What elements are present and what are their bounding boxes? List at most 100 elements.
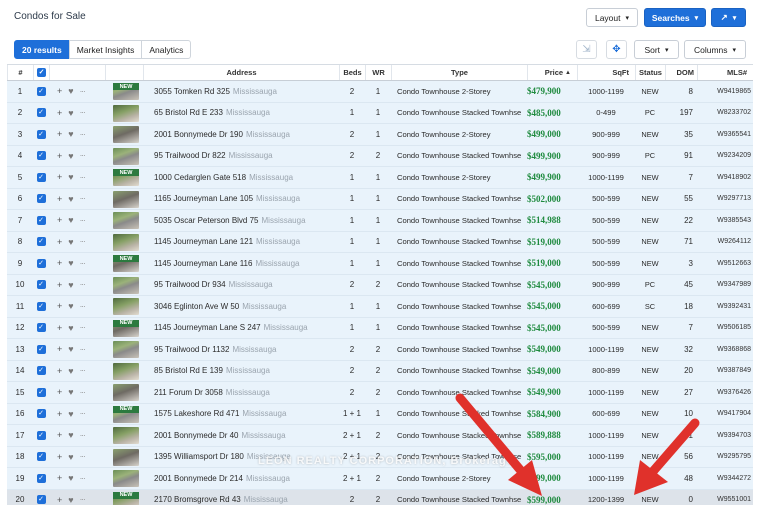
add-icon[interactable]: + — [57, 301, 62, 311]
more-dots-icon[interactable]: ··· — [80, 409, 86, 418]
listing-photo[interactable] — [105, 339, 143, 360]
address-cell[interactable]: 5035 Oscar Peterson Blvd 75 Mississauga — [143, 210, 339, 231]
header-beds[interactable]: Beds — [339, 65, 365, 80]
table-row[interactable]: 8 ✓ + ♥ ··· 1145 Journeyman Lane 121 Mississau… — [7, 231, 753, 253]
address-cell[interactable]: 95 Trailwood Dr 934 Mississauga — [143, 275, 339, 296]
mls-cell[interactable]: W9387849 — [697, 361, 753, 382]
more-dots-icon[interactable]: ··· — [80, 173, 86, 182]
heart-icon[interactable]: ♥ — [68, 258, 73, 268]
header-address[interactable]: Address — [143, 65, 339, 80]
table-row[interactable]: 1 ✓ + ♥ ··· NEW 3055 Tomken Rd 325 Mississauga 2… — [7, 81, 753, 103]
table-row[interactable]: 19 ✓ + ♥ ··· 2001 Bonnymede Dr 214 Mississauga… — [7, 468, 753, 490]
table-row[interactable]: 20 ✓ + ♥ ··· NEW 2170 Bromsgrove Rd 43 Mississa… — [7, 489, 753, 505]
mls-cell[interactable]: W9385543 — [697, 210, 753, 231]
listing-photo[interactable] — [105, 189, 143, 210]
more-dots-icon[interactable]: ··· — [80, 366, 86, 375]
heart-icon[interactable]: ♥ — [68, 387, 73, 397]
listing-photo[interactable] — [105, 468, 143, 489]
add-icon[interactable]: + — [57, 237, 62, 247]
listing-photo[interactable] — [105, 232, 143, 253]
table-row[interactable]: 18 ✓ + ♥ ··· 1395 Williamsport Dr 180 Mississa… — [7, 446, 753, 468]
address-cell[interactable]: 1145 Journeyman Lane S 247 Mississauga — [143, 318, 339, 339]
table-row[interactable]: 12 ✓ + ♥ ··· NEW 1145 Journeyman Lane S 247 Mis… — [7, 317, 753, 339]
mls-cell[interactable]: W9264112 — [697, 232, 753, 253]
more-dots-icon[interactable]: ··· — [80, 302, 86, 311]
table-row[interactable]: 5 ✓ + ♥ ··· NEW 1000 Cedarglen Gate 518 Mississ… — [7, 167, 753, 189]
table-row[interactable]: 14 ✓ + ♥ ··· 85 Bristol Rd E 139 Mississauga 2 2… — [7, 360, 753, 382]
listing-photo[interactable] — [105, 146, 143, 167]
mls-cell[interactable]: W9419865 — [697, 81, 753, 102]
add-icon[interactable]: + — [57, 409, 62, 419]
header-dom[interactable]: DOM — [665, 65, 697, 80]
add-icon[interactable]: + — [57, 452, 62, 462]
heart-icon[interactable]: ♥ — [68, 301, 73, 311]
address-cell[interactable]: 1575 Lakeshore Rd 471 Mississauga — [143, 404, 339, 425]
address-cell[interactable]: 1000 Cedarglen Gate 518 Mississauga — [143, 167, 339, 188]
mls-cell[interactable]: W9365541 — [697, 124, 753, 145]
more-dots-icon[interactable]: ··· — [80, 237, 86, 246]
listing-photo[interactable] — [105, 425, 143, 446]
listing-photo[interactable] — [105, 103, 143, 124]
row-checkbox[interactable]: ✓ — [33, 275, 49, 296]
address-cell[interactable]: 85 Bristol Rd E 139 Mississauga — [143, 361, 339, 382]
more-dots-icon[interactable]: ··· — [80, 345, 86, 354]
add-icon[interactable]: + — [57, 495, 62, 505]
address-cell[interactable]: 2001 Bonnymede Dr 40 Mississauga — [143, 425, 339, 446]
row-checkbox[interactable]: ✓ — [33, 468, 49, 489]
mls-cell[interactable]: W9418902 — [697, 167, 753, 188]
listing-photo[interactable] — [105, 275, 143, 296]
layout-button[interactable]: Layout ▾ — [586, 8, 638, 27]
more-dots-icon[interactable]: ··· — [80, 431, 86, 440]
table-row[interactable]: 10 ✓ + ♥ ··· 95 Trailwood Dr 934 Mississauga 2 2… — [7, 274, 753, 296]
mls-cell[interactable]: W9376426 — [697, 382, 753, 403]
heart-icon[interactable]: ♥ — [68, 430, 73, 440]
row-checkbox[interactable]: ✓ — [33, 146, 49, 167]
add-icon[interactable]: + — [57, 151, 62, 161]
more-dots-icon[interactable]: ··· — [80, 108, 86, 117]
listing-photo[interactable]: NEW — [105, 490, 143, 505]
row-checkbox[interactable]: ✓ — [33, 382, 49, 403]
row-checkbox[interactable]: ✓ — [33, 81, 49, 102]
more-dots-icon[interactable]: ··· — [80, 388, 86, 397]
header-number[interactable]: # — [7, 65, 33, 80]
add-icon[interactable]: + — [57, 172, 62, 182]
more-dots-icon[interactable]: ··· — [80, 151, 86, 160]
more-dots-icon[interactable]: ··· — [80, 495, 86, 504]
heart-icon[interactable]: ♥ — [68, 108, 73, 118]
more-dots-icon[interactable]: ··· — [80, 194, 86, 203]
add-icon[interactable]: + — [57, 366, 62, 376]
mls-cell[interactable]: W8233702 — [697, 103, 753, 124]
row-checkbox[interactable]: ✓ — [33, 361, 49, 382]
table-row[interactable]: 13 ✓ + ♥ ··· 95 Trailwood Dr 1132 Mississauga 2… — [7, 339, 753, 361]
mls-cell[interactable]: W9417904 — [697, 404, 753, 425]
table-row[interactable]: 15 ✓ + ♥ ··· 211 Forum Dr 3058 Mississauga 2 2 Co… — [7, 382, 753, 404]
row-checkbox[interactable]: ✓ — [33, 339, 49, 360]
row-checkbox[interactable]: ✓ — [33, 232, 49, 253]
add-icon[interactable]: + — [57, 473, 62, 483]
address-cell[interactable]: 1145 Journeyman Lane 116 Mississauga — [143, 253, 339, 274]
heart-icon[interactable]: ♥ — [68, 323, 73, 333]
listing-photo[interactable]: NEW — [105, 404, 143, 425]
header-price[interactable]: Price ▲ — [527, 65, 577, 80]
row-checkbox[interactable]: ✓ — [33, 124, 49, 145]
listing-photo[interactable] — [105, 361, 143, 382]
listing-photo[interactable]: NEW — [105, 167, 143, 188]
listing-photo[interactable] — [105, 447, 143, 468]
listing-photo[interactable] — [105, 296, 143, 317]
tab-results[interactable]: 20 results — [14, 40, 70, 59]
listing-photo[interactable]: NEW — [105, 253, 143, 274]
more-dots-icon[interactable]: ··· — [80, 216, 86, 225]
table-row[interactable]: 9 ✓ + ♥ ··· NEW 1145 Journeyman Lane 116 Missis… — [7, 253, 753, 275]
heart-icon[interactable]: ♥ — [68, 366, 73, 376]
address-cell[interactable]: 3055 Tomken Rd 325 Mississauga — [143, 81, 339, 102]
searches-button[interactable]: Searches ▾ — [644, 8, 706, 27]
add-icon[interactable]: + — [57, 280, 62, 290]
table-row[interactable]: 3 ✓ + ♥ ··· 2001 Bonnymede Dr 190 Mississauga 2… — [7, 124, 753, 146]
more-dots-icon[interactable]: ··· — [80, 130, 86, 139]
tab-market-insights[interactable]: Market Insights — [68, 40, 143, 59]
row-checkbox[interactable]: ✓ — [33, 318, 49, 339]
mls-cell[interactable]: W9344272 — [697, 468, 753, 489]
heart-icon[interactable]: ♥ — [68, 473, 73, 483]
more-dots-icon[interactable]: ··· — [80, 259, 86, 268]
row-checkbox[interactable]: ✓ — [33, 189, 49, 210]
